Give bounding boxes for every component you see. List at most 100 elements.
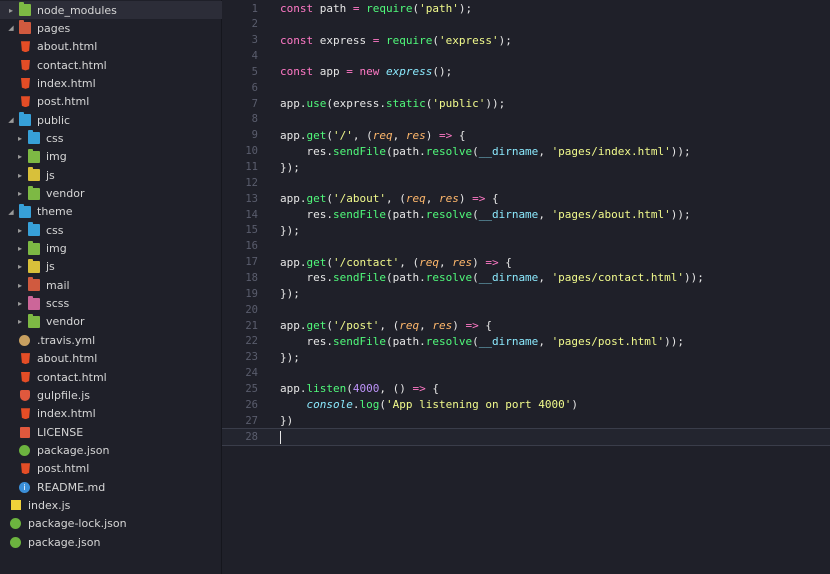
tree-item-js[interactable]: ▸ js [0, 258, 236, 276]
file-tree-sidebar[interactable]: ▸ node_modules ◢ pages about.html contact.htm… [0, 0, 227, 574]
code-token: => [472, 192, 486, 206]
code-line[interactable]: 9 app.get('/', (req, res) => { [222, 127, 830, 143]
code-line[interactable]: 4 [222, 48, 830, 64]
line-number: 13 [245, 192, 258, 205]
chevron-right-icon[interactable]: ▸ [15, 317, 25, 326]
code-line[interactable]: 6 [222, 80, 830, 96]
tree-item-contact-html[interactable]: contact.html [0, 56, 236, 74]
tree-item-package-json[interactable]: package.json [0, 441, 236, 459]
code-line[interactable]: 1 const path = require('path'); [222, 1, 830, 17]
tree-item-css[interactable]: ▸ css [0, 129, 236, 147]
tree-item-pages[interactable]: ◢ pages [0, 19, 227, 37]
code-line[interactable]: 5 const app = new express(); [222, 64, 830, 80]
code-token: 'pages/about.html' [551, 208, 671, 222]
chevron-right-icon[interactable]: ▸ [15, 152, 25, 161]
folder-icon [28, 313, 40, 328]
code-line[interactable]: 17 app.get('/contact', (req, res) => { [222, 254, 830, 270]
code-token: ) [452, 319, 466, 332]
line-number: 23 [245, 351, 258, 364]
code-token: const [280, 2, 314, 15]
code-token: { [485, 192, 499, 206]
chevron-down-icon[interactable]: ◢ [6, 24, 16, 32]
code-line[interactable]: 15}); [222, 222, 830, 238]
code-editor[interactable]: 1 const path = require('path'); 2 3 const ex… [222, 0, 830, 574]
chevron-down-icon[interactable]: ◢ [6, 208, 16, 216]
code-line[interactable]: 23}); [222, 349, 830, 365]
folder-icon [19, 112, 31, 127]
tree-item-about-html[interactable]: about.html [0, 350, 236, 368]
code-token: { [478, 319, 492, 332]
code-line[interactable]: 13 app.get('/about', (req, res) => { [222, 191, 830, 207]
code-line[interactable]: 28 [222, 428, 830, 447]
chevron-right-icon[interactable]: ▸ [15, 299, 25, 308]
code-line[interactable]: 2 [222, 16, 830, 32]
code-token: 'pages/post.html' [551, 334, 665, 348]
chevron-right-icon[interactable]: ▸ [15, 281, 25, 290]
tree-item-node-modules[interactable]: ▸ node_modules [0, 1, 227, 19]
code-token: { [425, 382, 439, 396]
code-token: res [432, 319, 453, 332]
code-line[interactable]: 7 app.use(express.static('public')); [222, 96, 830, 112]
tree-item-mail[interactable]: ▸ mail [0, 276, 236, 294]
code-token: , ( [399, 255, 420, 269]
chevron-right-icon[interactable]: ▸ [15, 134, 25, 143]
tree-item-about-html[interactable]: about.html [0, 38, 236, 56]
chevron-right-icon[interactable]: ▸ [6, 6, 16, 15]
code-line[interactable]: 11}); [222, 159, 830, 175]
code-token: ( [432, 33, 439, 47]
html-file-icon [21, 371, 30, 383]
chevron-down-icon[interactable]: ◢ [6, 116, 16, 124]
code-line[interactable]: 24 [222, 365, 830, 381]
tree-item-public[interactable]: ◢ public [0, 111, 227, 129]
tree-item-img[interactable]: ▸ img [0, 240, 236, 258]
code-line[interactable]: 16 [222, 238, 830, 254]
code-line[interactable]: 27}) [222, 413, 830, 429]
code-line[interactable]: 25 app.listen(4000, () => { [222, 381, 830, 397]
tree-item-vendor[interactable]: ▸ vendor [0, 185, 236, 203]
code-token: )); [670, 208, 691, 222]
tree-item-post-html[interactable]: post.html [0, 93, 236, 111]
code-line[interactable]: 18 res.sendFile(path.resolve(__dirname, … [222, 270, 830, 286]
tree-item-js[interactable]: ▸ js [0, 166, 236, 184]
chevron-right-icon[interactable]: ▸ [15, 189, 25, 198]
code-text: }); [280, 224, 300, 237]
code-line[interactable]: 14 res.sendFile(path.resolve(__dirname, … [222, 207, 830, 223]
code-line[interactable]: 20 [222, 302, 830, 318]
tree-item-gulpfile-js[interactable]: gulpfile.js [0, 386, 236, 404]
tree-item-post-html[interactable]: post.html [0, 460, 236, 478]
code-line[interactable]: 26 console.log('App listening on port 40… [222, 397, 830, 413]
line-number: 8 [251, 113, 258, 126]
code-token: ( [379, 398, 386, 412]
chevron-right-icon[interactable]: ▸ [15, 171, 25, 180]
code-token: 'public' [432, 97, 486, 111]
tree-item-license[interactable]: LICENSE [0, 423, 236, 441]
tree-item-img[interactable]: ▸ img [0, 148, 236, 166]
tree-item-index-js[interactable]: index.js [0, 496, 227, 514]
tree-item-index-html[interactable]: index.html [0, 74, 236, 92]
tree-item-readme-md[interactable]: i README.md [0, 478, 236, 496]
code-line[interactable]: 19}); [222, 286, 830, 302]
code-line[interactable]: 22 res.sendFile(path.resolve(__dirname, … [222, 333, 830, 349]
tree-item-index-html[interactable]: index.html [0, 405, 236, 423]
code-line[interactable]: 8 [222, 111, 830, 127]
tree-item-package-lock-json[interactable]: package-lock.json [0, 515, 227, 533]
code-line[interactable]: 3 const express = require('express'); [222, 32, 830, 48]
tree-item-theme[interactable]: ◢ theme [0, 203, 227, 221]
code-token: res. [280, 208, 333, 222]
tree-item-travis-yml[interactable]: .travis.yml [0, 331, 236, 349]
code-line[interactable]: 21 app.get('/post', (req, res) => { [222, 318, 830, 334]
chevron-right-icon[interactable]: ▸ [15, 226, 25, 235]
tree-item-package-json[interactable]: package.json [0, 533, 227, 551]
tree-item-label: scss [46, 297, 70, 311]
code-line[interactable]: 12 [222, 175, 830, 191]
code-token: = [346, 65, 353, 79]
code-token: => [485, 255, 499, 269]
tree-item-css[interactable]: ▸ css [0, 221, 236, 239]
tree-item-vendor[interactable]: ▸ vendor [0, 313, 236, 331]
chevron-right-icon[interactable]: ▸ [15, 262, 25, 271]
chevron-right-icon[interactable]: ▸ [15, 244, 25, 253]
code-token: req [399, 319, 420, 332]
code-line[interactable]: 10 res.sendFile(path.resolve(__dirname, … [222, 143, 830, 159]
tree-item-contact-html[interactable]: contact.html [0, 368, 236, 386]
tree-item-scss[interactable]: ▸ scss [0, 295, 236, 313]
